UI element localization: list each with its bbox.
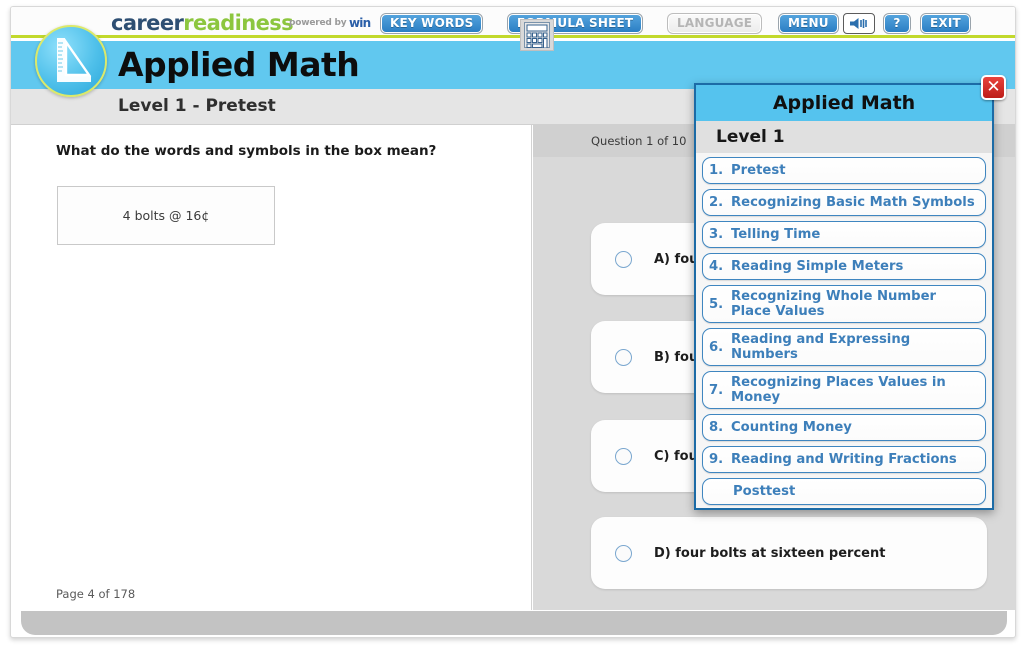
sound-button[interactable]	[843, 13, 875, 34]
radio-button-a[interactable]	[615, 250, 632, 268]
key-words-button[interactable]: KEY WORDS	[379, 13, 484, 34]
menu-item-8-label: Counting Money	[731, 420, 852, 435]
menu-item-6-label: Reading and Expressing Numbers	[731, 332, 911, 362]
menu-item-5[interactable]: 5. Recognizing Whole Number Place Values	[702, 285, 986, 323]
question-text: What do the words and symbols in the box…	[56, 143, 437, 159]
brand-logo-readiness: readiness	[183, 11, 294, 35]
menu-item-1[interactable]: 1. Pretest	[702, 157, 986, 184]
menu-item-9-label: Reading and Writing Fractions	[731, 452, 957, 467]
menu-item-6[interactable]: 6. Reading and Expressing Numbers	[702, 328, 986, 366]
brand-logo-career: career	[111, 11, 184, 35]
menu-item-5-label: Recognizing Whole Number Place Values	[731, 289, 937, 319]
answer-choice-d[interactable]: D) four bolts at sixteen percent	[591, 517, 987, 589]
menu-item-6-number: 6.	[709, 339, 724, 355]
menu-item-9-number: 9.	[709, 452, 724, 467]
menu-item-3-label: Telling Time	[731, 227, 821, 242]
radio-button-b[interactable]	[615, 348, 632, 366]
menu-item-9[interactable]: 9. Reading and Writing Fractions	[702, 446, 986, 473]
menu-item-7-number: 7.	[709, 382, 724, 398]
menu-item-5-number: 5.	[709, 296, 724, 312]
menu-item-7-label: Recognizing Places Values in Money	[731, 375, 946, 405]
menu-item-4-number: 4.	[709, 259, 724, 274]
menu-item-8-number: 8.	[709, 420, 724, 435]
menu-item-1-number: 1.	[709, 163, 724, 178]
menu-item-3[interactable]: 3. Telling Time	[702, 221, 986, 248]
exit-button[interactable]: EXIT	[920, 13, 971, 34]
close-icon[interactable]: ✕	[981, 75, 1006, 100]
menu-popup-list: 1. Pretest 2. Recognizing Basic Math Sym…	[696, 153, 992, 516]
menu-item-7[interactable]: 7. Recognizing Places Values in Money	[702, 371, 986, 409]
powered-by-label: powered by	[289, 18, 347, 28]
menu-item-8[interactable]: 8. Counting Money	[702, 414, 986, 441]
level-label: Level 1 - Pretest	[118, 96, 276, 116]
application-frame: careerreadiness powered by win KEY WORDS…	[10, 6, 1016, 638]
page-counter: Page 4 of 178	[56, 587, 136, 601]
menu-popup-subtitle: Level 1	[696, 121, 992, 153]
win-logo: win	[349, 16, 371, 30]
title-band: Applied Math	[11, 41, 1015, 89]
help-button[interactable]: ?	[883, 13, 911, 34]
speaker-icon	[850, 18, 867, 29]
footer-strip	[21, 611, 1007, 635]
menu-item-2[interactable]: 2. Recognizing Basic Math Symbols	[702, 189, 986, 216]
menu-popup-title: Applied Math ✕	[696, 75, 1006, 121]
calculator-button[interactable]	[520, 19, 554, 51]
menu-item-4-label: Reading Simple Meters	[731, 259, 904, 274]
stimulus-text: 4 bolts @ 16¢	[122, 208, 210, 223]
menu-item-2-number: 2.	[709, 195, 724, 210]
stimulus-box: 4 bolts @ 16¢	[57, 186, 275, 245]
course-menu-popup: Applied Math ✕ Level 1 1. Pretest 2. Rec…	[694, 75, 1006, 510]
page-title: Applied Math	[118, 45, 360, 84]
question-stimulus-pane: What do the words and symbols in the box…	[11, 125, 532, 610]
brand-logo: careerreadiness	[111, 11, 294, 35]
menu-item-1-label: Pretest	[731, 163, 786, 178]
radio-button-d[interactable]	[615, 544, 632, 562]
brand-toolbar: careerreadiness powered by win KEY WORDS…	[11, 7, 1015, 38]
menu-item-3-number: 3.	[709, 227, 724, 242]
radio-button-c[interactable]	[615, 447, 632, 465]
menu-item-4[interactable]: 4. Reading Simple Meters	[702, 253, 986, 280]
menu-item-posttest-label: Posttest	[733, 484, 796, 499]
menu-item-posttest[interactable]: Posttest	[702, 478, 986, 505]
menu-popup-title-text: Applied Math	[772, 92, 916, 114]
calculator-icon	[524, 22, 550, 49]
answer-choice-d-label: D) four bolts at sixteen percent	[654, 545, 886, 561]
menu-item-2-label: Recognizing Basic Math Symbols	[731, 195, 975, 210]
menu-button[interactable]: MENU	[778, 13, 839, 34]
ruler-triangle-icon	[35, 25, 107, 97]
language-button[interactable]: LANGUAGE	[666, 13, 763, 34]
